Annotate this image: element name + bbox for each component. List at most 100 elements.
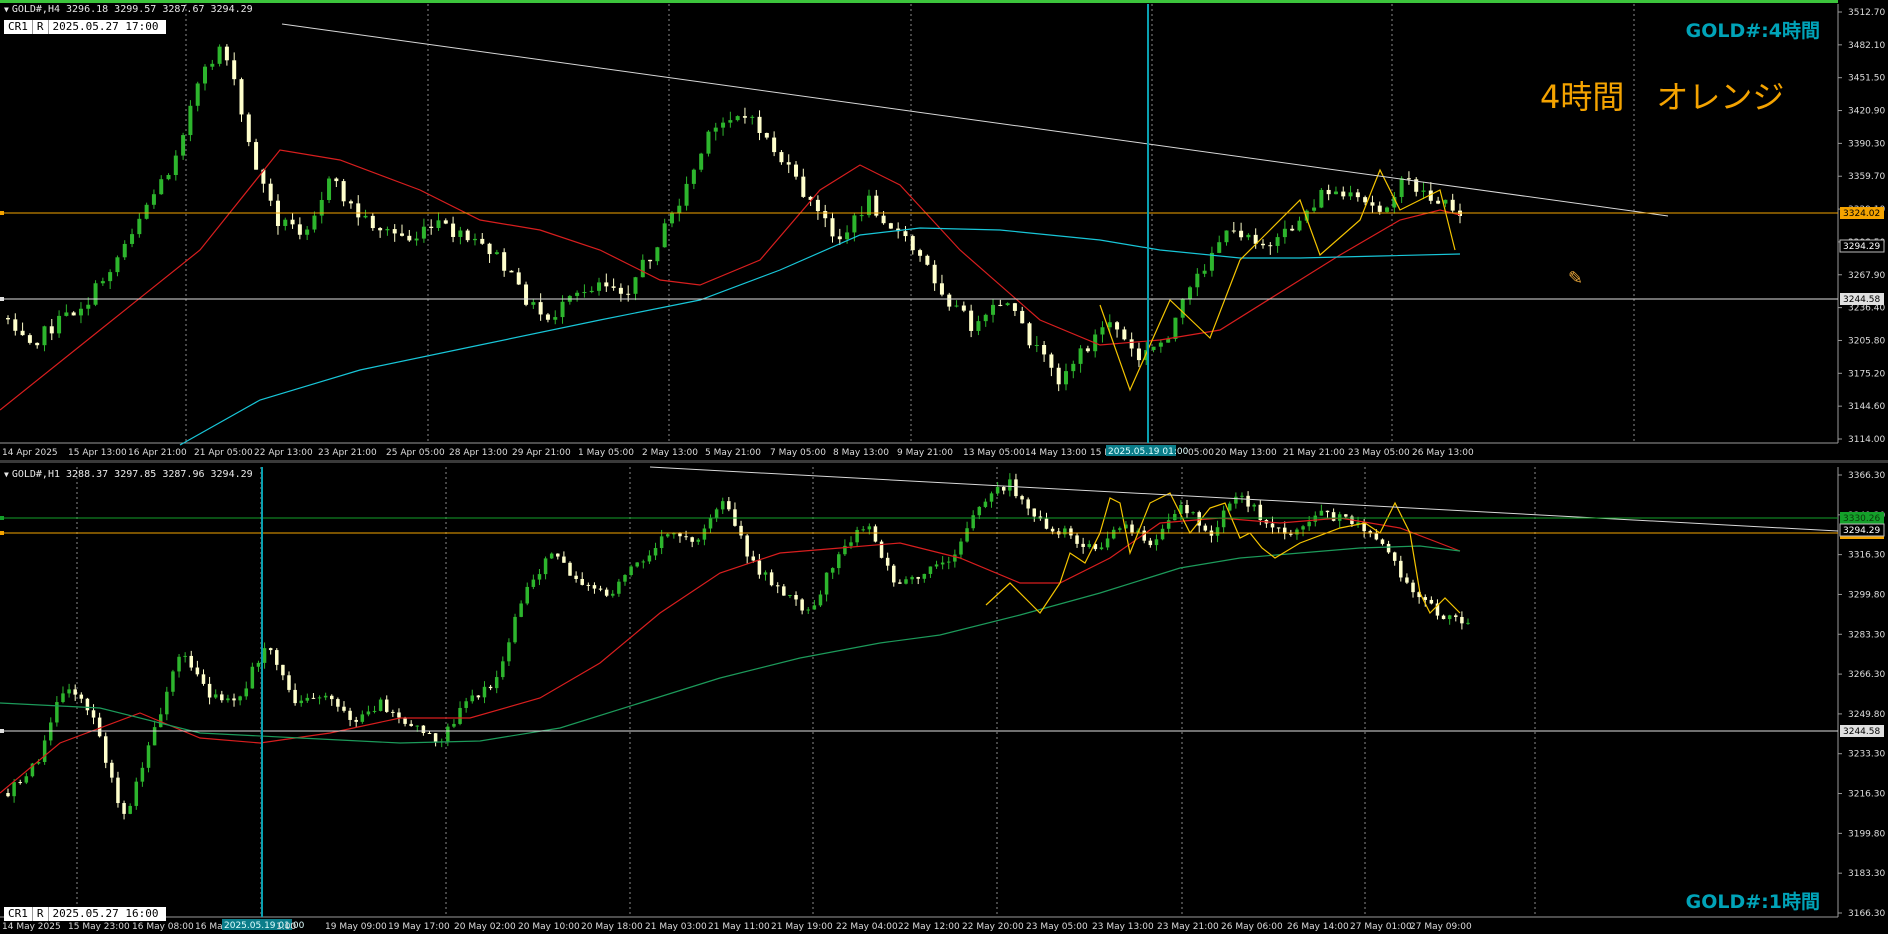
candle-bull bbox=[323, 695, 328, 698]
candle-bull bbox=[1240, 495, 1244, 497]
candle-bear bbox=[1386, 543, 1391, 553]
candle-bull bbox=[983, 314, 988, 322]
candle-bull bbox=[1217, 242, 1222, 253]
h4-header-text: GOLD#,H4 3296.18 3299.57 3287.67 3294.29 bbox=[11, 4, 253, 15]
candle-bear bbox=[1377, 205, 1382, 212]
time-label: 21 May 19:00 bbox=[771, 922, 833, 932]
candle-bull bbox=[702, 528, 707, 540]
candle-bull bbox=[42, 326, 47, 346]
candle-bull bbox=[713, 127, 718, 132]
candle-bear bbox=[611, 286, 616, 288]
candle-bull bbox=[317, 697, 322, 699]
candle-bull bbox=[1297, 220, 1302, 231]
candle-bull bbox=[151, 194, 156, 205]
price-label: 3216.30 bbox=[1848, 790, 1885, 800]
time-label: 21 May 21:00 bbox=[1283, 448, 1345, 458]
candle-bull bbox=[1154, 539, 1159, 546]
candle-bear bbox=[409, 723, 413, 727]
time-label: 7 May 05:00 bbox=[770, 448, 826, 458]
candle-bull bbox=[855, 529, 859, 543]
candle-bull bbox=[1107, 322, 1112, 328]
candle-bear bbox=[1406, 178, 1411, 180]
candle-bull bbox=[1313, 515, 1318, 522]
candle-bear bbox=[487, 243, 492, 255]
candle-bear bbox=[1423, 597, 1427, 600]
time-label: 16 May 08:00 bbox=[132, 922, 194, 932]
h1-chip-cr1[interactable]: CR1 bbox=[4, 907, 33, 921]
candle-bull bbox=[1421, 190, 1426, 192]
candle-bear bbox=[1148, 540, 1153, 546]
candle-bull bbox=[531, 579, 536, 587]
time-label: 25 Apr 05:00 bbox=[386, 448, 445, 458]
candle-bear bbox=[20, 330, 25, 336]
hline-white-marker bbox=[0, 297, 4, 301]
candle-bull bbox=[1224, 230, 1229, 243]
candle-bear bbox=[772, 137, 777, 153]
h4-chip-cr1[interactable]: CR1 bbox=[4, 20, 33, 34]
candle-bull bbox=[244, 688, 248, 697]
candle-bear bbox=[545, 314, 550, 320]
candle-bull bbox=[134, 781, 139, 806]
candle-bull bbox=[947, 561, 951, 563]
candle-bull bbox=[1295, 529, 1299, 535]
candle-bull bbox=[464, 701, 468, 708]
candle-bear bbox=[71, 312, 76, 316]
h4-chart-pane[interactable]: 3512.70 3482.10 3451.50 3420.90 3390.30 3359.… bbox=[0, 0, 1888, 460]
time-label: 23 May 21:00 bbox=[1157, 922, 1219, 932]
h1-chart-pane[interactable]: 3366.303349.303316.303299.803283.303266.… bbox=[0, 463, 1888, 934]
candle-bull bbox=[1180, 299, 1185, 318]
h4-chip-r[interactable]: R bbox=[33, 20, 49, 34]
candle-bear bbox=[786, 162, 791, 165]
candle-bear bbox=[397, 712, 401, 718]
time-label: 14 Apr 2025 bbox=[2, 448, 58, 458]
candle-bear bbox=[562, 556, 566, 563]
collapse-triangle-icon[interactable]: ▼ bbox=[4, 5, 9, 14]
collapse-triangle-icon[interactable]: ▼ bbox=[4, 470, 9, 479]
candle-bull bbox=[735, 116, 740, 121]
candle-bear bbox=[794, 595, 798, 600]
candle-bear bbox=[1341, 191, 1346, 197]
candle-bear bbox=[1268, 245, 1273, 247]
time-label: 5 May 21:00 bbox=[705, 448, 761, 458]
candle-bear bbox=[1056, 367, 1061, 385]
candle-bear bbox=[336, 699, 340, 707]
candle-bull bbox=[283, 219, 288, 226]
h1-chart-canvas[interactable]: 3366.303349.303316.303299.803283.303266.… bbox=[0, 463, 1888, 934]
h1-watermark: GOLD#:1時間 bbox=[1685, 891, 1820, 913]
candle-bull bbox=[1008, 479, 1012, 491]
candle-bull bbox=[845, 232, 850, 240]
candle-bear bbox=[580, 578, 584, 585]
candle-bear bbox=[1130, 524, 1134, 533]
h1-chip-r[interactable]: R bbox=[33, 907, 49, 921]
candle-bull bbox=[582, 292, 587, 294]
ma-slow-green bbox=[0, 545, 1461, 744]
candle-bear bbox=[1270, 523, 1275, 528]
price-label: 3183.30 bbox=[1848, 869, 1885, 879]
ma-slow-cyan bbox=[179, 227, 1461, 446]
time-label: 2025.05.19 01:00 bbox=[1108, 447, 1189, 457]
h4-chart-canvas[interactable]: 3512.70 3482.10 3451.50 3420.90 3390.30 3359.… bbox=[0, 0, 1888, 460]
candle-bear bbox=[1014, 479, 1018, 497]
candle-bull bbox=[482, 686, 487, 698]
time-label: 21 May 03:00 bbox=[645, 922, 707, 932]
candle-bull bbox=[203, 66, 208, 84]
time-label: 1:00 bbox=[276, 922, 296, 932]
h4-note-label[interactable]: 4時間 オレンジ bbox=[1540, 72, 1784, 118]
price-label: 3144.60 bbox=[1848, 402, 1885, 412]
candle-bull bbox=[837, 554, 841, 569]
candle-bull bbox=[78, 308, 83, 316]
candle-bear bbox=[384, 699, 389, 712]
h4-crosshair-chip: CR1 R 2025.05.27 17:00 bbox=[4, 20, 167, 34]
candle-bear bbox=[1454, 615, 1458, 617]
candle-bull bbox=[177, 656, 181, 672]
price-label: 3283.30 bbox=[1848, 630, 1885, 640]
candle-bull bbox=[1319, 189, 1324, 208]
candle-bear bbox=[293, 689, 297, 704]
candle-bull bbox=[623, 574, 627, 582]
candle-bear bbox=[885, 557, 890, 566]
candle-bull bbox=[706, 131, 711, 154]
hline-orange-tag-text: 3324.02 bbox=[1843, 209, 1880, 219]
candle-bull bbox=[250, 666, 255, 689]
candle-bull bbox=[1063, 371, 1068, 385]
candle-bear bbox=[690, 537, 694, 542]
